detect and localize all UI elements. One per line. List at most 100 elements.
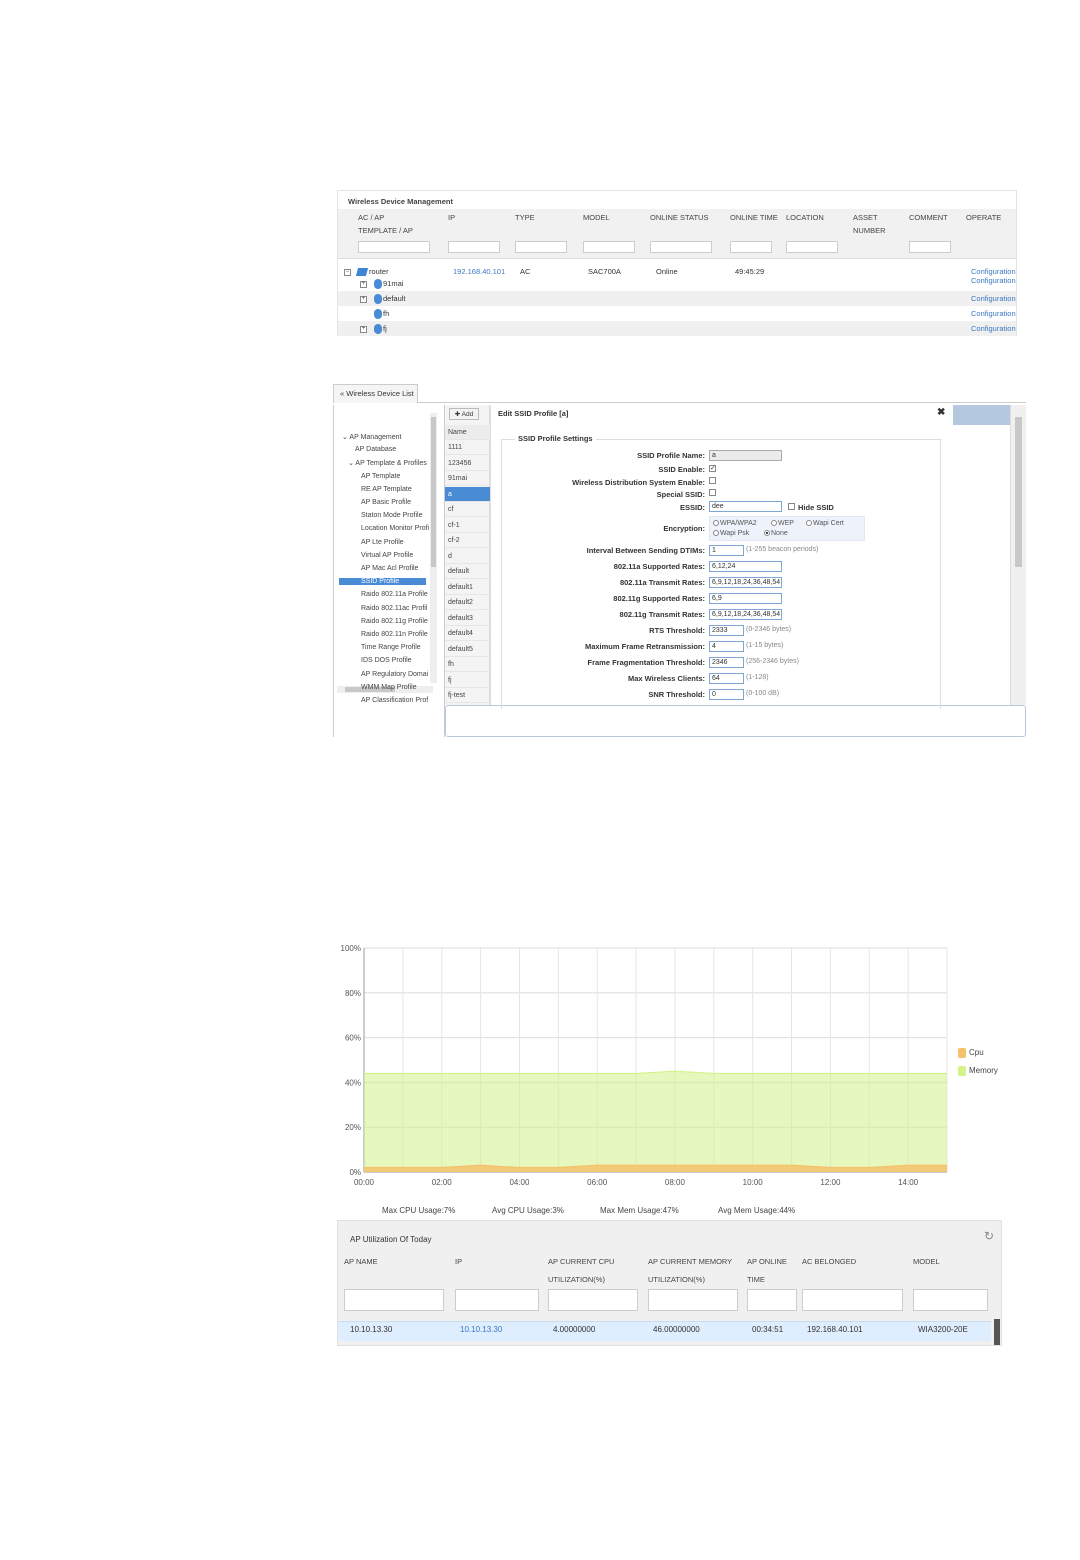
filter-online-time[interactable] xyxy=(730,241,772,253)
ssid-profile-name-input[interactable]: a xyxy=(709,450,782,461)
profile-list-item[interactable]: d xyxy=(445,549,490,564)
expand-toggle[interactable]: + xyxy=(360,291,367,306)
wds-enable-checkbox[interactable] xyxy=(709,477,716,484)
table-scrollbar[interactable] xyxy=(994,1319,1000,1345)
nav-item[interactable]: Location Monitor Profi xyxy=(361,525,433,532)
x-tick-label: 00:00 xyxy=(354,1178,375,1187)
profile-list-item[interactable]: cf xyxy=(445,502,490,517)
row-ip-link[interactable]: 10.10.13.30 xyxy=(460,1325,502,1334)
hide-ssid-checkbox[interactable] xyxy=(788,503,795,510)
legend-cpu[interactable]: Cpu xyxy=(958,1048,984,1058)
filter-model[interactable] xyxy=(583,241,635,253)
nav-item[interactable]: IDS DOS Profile xyxy=(361,657,433,664)
nav-item[interactable]: AP Basic Profile xyxy=(361,499,433,506)
nav-item[interactable]: Staton Mode Profile xyxy=(361,512,433,519)
encryption-wpa-option[interactable]: WPA/WPA2 xyxy=(713,520,757,527)
profile-list-item[interactable]: cf-2 xyxy=(445,533,490,548)
filter-ip[interactable] xyxy=(448,241,500,253)
filter-online-time[interactable] xyxy=(747,1289,797,1311)
filter-location[interactable] xyxy=(786,241,838,253)
filter-ac-ap[interactable] xyxy=(358,241,430,253)
profile-list-item[interactable]: a xyxy=(445,486,490,502)
a-supported-rates-input[interactable]: 6,12,24 xyxy=(709,561,782,572)
max-clients-input[interactable]: 64 xyxy=(709,673,744,684)
filter-ap-name[interactable] xyxy=(344,1289,444,1311)
configuration-link[interactable]: Configuration xyxy=(971,306,1016,321)
expand-toggle[interactable]: + xyxy=(360,321,367,336)
nav-item[interactable]: AP Regulatory Domai xyxy=(361,671,433,678)
nav-item[interactable]: ⌄ AP Management xyxy=(342,433,433,441)
filter-ip[interactable] xyxy=(455,1289,539,1311)
nav-item[interactable]: RE AP Template xyxy=(361,486,433,493)
ssid-enable-checkbox[interactable]: ✓ xyxy=(709,465,716,472)
wireless-device-list-tab[interactable]: « Wireless Device List xyxy=(333,384,418,403)
nav-item[interactable]: Raido 802.11g Profile xyxy=(361,618,433,625)
nav-item[interactable]: SSID Profile xyxy=(339,578,426,586)
profile-list-item[interactable]: fh xyxy=(445,657,490,672)
filter-online-status[interactable] xyxy=(650,241,712,253)
legend-memory[interactable]: Memory xyxy=(958,1066,998,1076)
encryption-wapi-psk-option[interactable]: Wapi Psk xyxy=(713,530,749,537)
profile-list-item[interactable]: fj-test xyxy=(445,688,490,703)
dtim-input[interactable]: 1 xyxy=(709,545,744,556)
radio-icon xyxy=(713,530,719,537)
y-tick-label: 0% xyxy=(349,1168,361,1177)
filter-memory[interactable] xyxy=(648,1289,738,1311)
fragmentation-threshold-input[interactable]: 2346 xyxy=(709,657,744,668)
snr-threshold-input[interactable]: 0 xyxy=(709,689,744,700)
nav-item[interactable]: AP Classification Prof xyxy=(361,697,433,704)
nav-item[interactable]: AP Template xyxy=(361,473,433,480)
nav-item[interactable]: Virtual AP Profile xyxy=(361,552,433,559)
essid-input[interactable]: dee xyxy=(709,501,782,512)
refresh-icon[interactable]: ↻ xyxy=(984,1229,994,1243)
add-button[interactable]: ✚ Add xyxy=(449,408,479,420)
profile-list-item[interactable]: fj xyxy=(445,673,490,688)
profile-list-item[interactable]: default5 xyxy=(445,642,490,657)
filter-cpu[interactable] xyxy=(548,1289,638,1311)
nav-item[interactable]: Time Range Profile xyxy=(361,644,433,651)
configuration-link[interactable]: Configuration xyxy=(971,273,1016,288)
g-transmit-rates-input[interactable]: 6,9,12,18,24,36,48,54 xyxy=(709,609,782,620)
profile-list-item[interactable]: cf-1 xyxy=(445,518,490,533)
nav-item[interactable]: WMM Map Profile xyxy=(361,684,433,691)
nav-item[interactable]: ⌄ AP Template & Profiles xyxy=(348,459,433,467)
radio-selected-icon xyxy=(764,530,770,537)
essid-label: ESSID: xyxy=(679,503,705,512)
profile-list-item[interactable]: default1 xyxy=(445,580,490,595)
profile-list-item[interactable]: 1111 xyxy=(445,440,490,455)
encryption-wapi-cert-option[interactable]: Wapi Cert xyxy=(806,520,844,527)
rts-threshold-input[interactable]: 2333 xyxy=(709,625,744,636)
col-ac-belonged: AC BELONGED xyxy=(802,1257,857,1266)
nav-item[interactable]: AP Lte Profile xyxy=(361,539,433,546)
close-icon[interactable]: ✖ xyxy=(937,407,945,418)
profile-list-item[interactable]: default3 xyxy=(445,611,490,626)
filter-type[interactable] xyxy=(515,241,567,253)
nav-item[interactable]: Raido 802.11n Profile xyxy=(361,631,433,638)
g-supported-rates-input[interactable]: 6,9 xyxy=(709,593,782,604)
encryption-none-option[interactable]: None xyxy=(764,530,788,537)
nav-item[interactable]: AP Mac Acl Profile xyxy=(361,565,433,572)
profile-list-item[interactable]: default xyxy=(445,564,490,579)
nav-item[interactable]: AP Database xyxy=(355,446,433,453)
max-clients-label: Max Wireless Clients: xyxy=(627,674,705,683)
avg-mem-usage: Avg Mem Usage:44% xyxy=(718,1206,796,1215)
nav-item[interactable]: Raido 802.11ac Profil xyxy=(361,605,433,612)
fragmentation-threshold-label: Frame Fragmentation Threshold: xyxy=(587,658,705,667)
configuration-link[interactable]: Configuration xyxy=(971,321,1016,336)
dtim-hint: (1-255 beacon periods) xyxy=(746,546,819,553)
profile-list-item[interactable]: default4 xyxy=(445,626,490,641)
nav-item[interactable]: Raido 802.11a Profile xyxy=(361,591,433,598)
filter-comment[interactable] xyxy=(909,241,951,253)
encryption-wep-option[interactable]: WEP xyxy=(771,520,794,527)
expand-toggle[interactable]: + xyxy=(360,276,367,291)
profile-list-item[interactable]: 123456 xyxy=(445,456,490,471)
profile-list-item[interactable]: default2 xyxy=(445,595,490,610)
frame-retransmission-input[interactable]: 4 xyxy=(709,641,744,652)
configuration-link[interactable]: Configuration xyxy=(971,291,1016,306)
profile-list-item[interactable]: 91mai xyxy=(445,471,490,486)
special-ssid-checkbox[interactable] xyxy=(709,489,716,496)
col-ac-ap: AC / AP TEMPLATE / AP xyxy=(358,213,413,235)
a-transmit-rates-input[interactable]: 6,9,12,18,24,36,48,54 xyxy=(709,577,782,588)
filter-ac-belonged[interactable] xyxy=(802,1289,903,1311)
filter-model[interactable] xyxy=(913,1289,988,1311)
